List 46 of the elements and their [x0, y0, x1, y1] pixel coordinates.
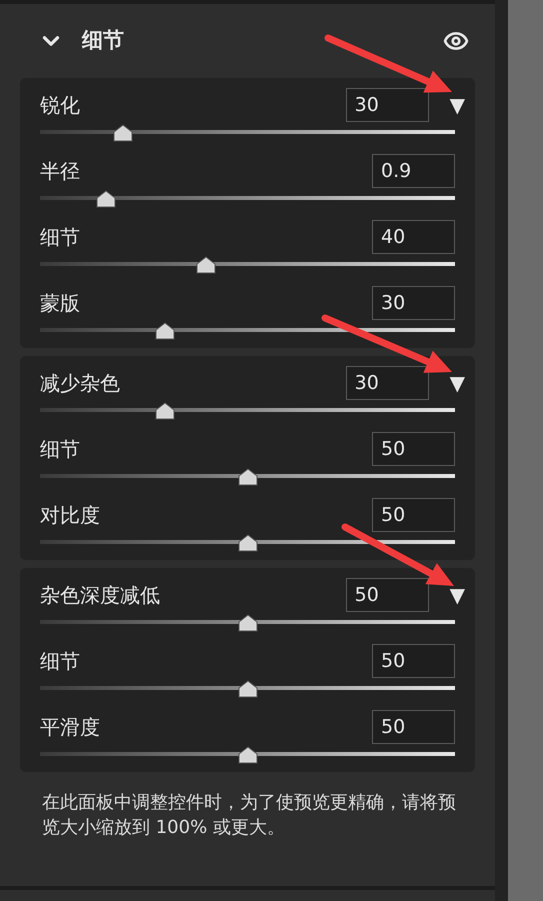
value-field[interactable]: 40: [372, 220, 455, 254]
dropdown-toggle[interactable]: ▼: [450, 585, 465, 605]
slider-track[interactable]: [40, 614, 455, 634]
slider-label: 细节: [40, 648, 80, 675]
slider-thumb[interactable]: [154, 322, 174, 340]
slider-track[interactable]: [40, 190, 455, 210]
slider-thumb[interactable]: [238, 614, 258, 632]
slider-thumb[interactable]: [154, 402, 174, 420]
slider-track[interactable]: [40, 256, 455, 276]
slider-thumb[interactable]: [238, 746, 258, 764]
slider-track[interactable]: [40, 402, 455, 422]
value-field[interactable]: 50: [372, 432, 455, 466]
slider-thumb[interactable]: [196, 256, 216, 274]
slider-track[interactable]: [40, 468, 455, 488]
slider-thumb[interactable]: [238, 534, 258, 552]
value-field[interactable]: 30: [346, 366, 429, 400]
slider-label: 锐化: [40, 92, 80, 119]
slider-track[interactable]: [40, 746, 455, 766]
slider-track[interactable]: [40, 680, 455, 700]
slider-label: 细节: [40, 436, 80, 463]
slider-label: 杂色深度减低: [40, 582, 160, 609]
value-field[interactable]: 50: [372, 498, 455, 532]
hint-text: 在此面板中调整控件时，为了使预览更精确，请将预览大小缩放到 100% 或更大。: [42, 791, 457, 840]
slider-label: 半径: [40, 158, 80, 185]
slider-track[interactable]: [40, 322, 455, 342]
slider-track[interactable]: [40, 534, 455, 554]
slider-label: 减少杂色: [40, 370, 120, 397]
slider-label: 对比度: [40, 502, 100, 529]
value-field[interactable]: 30: [372, 286, 455, 320]
value-field[interactable]: 50: [372, 644, 455, 678]
panel-title: 细节: [82, 27, 124, 54]
value-field[interactable]: 30: [346, 88, 429, 122]
slider-thumb[interactable]: [238, 680, 258, 698]
slider-thumb[interactable]: [113, 124, 133, 142]
slider-thumb[interactable]: [238, 468, 258, 486]
scrollbar[interactable]: [508, 0, 543, 901]
value-field[interactable]: 50: [346, 578, 429, 612]
slider-thumb[interactable]: [96, 190, 116, 208]
dropdown-toggle[interactable]: ▼: [450, 373, 465, 393]
value-field[interactable]: 50: [372, 710, 455, 744]
value-field[interactable]: 0.9: [372, 154, 455, 188]
slider-label: 蒙版: [40, 290, 80, 317]
slider-label: 细节: [40, 224, 80, 251]
dropdown-toggle[interactable]: ▼: [450, 95, 465, 115]
slider-track[interactable]: [40, 124, 455, 144]
slider-label: 平滑度: [40, 714, 100, 741]
